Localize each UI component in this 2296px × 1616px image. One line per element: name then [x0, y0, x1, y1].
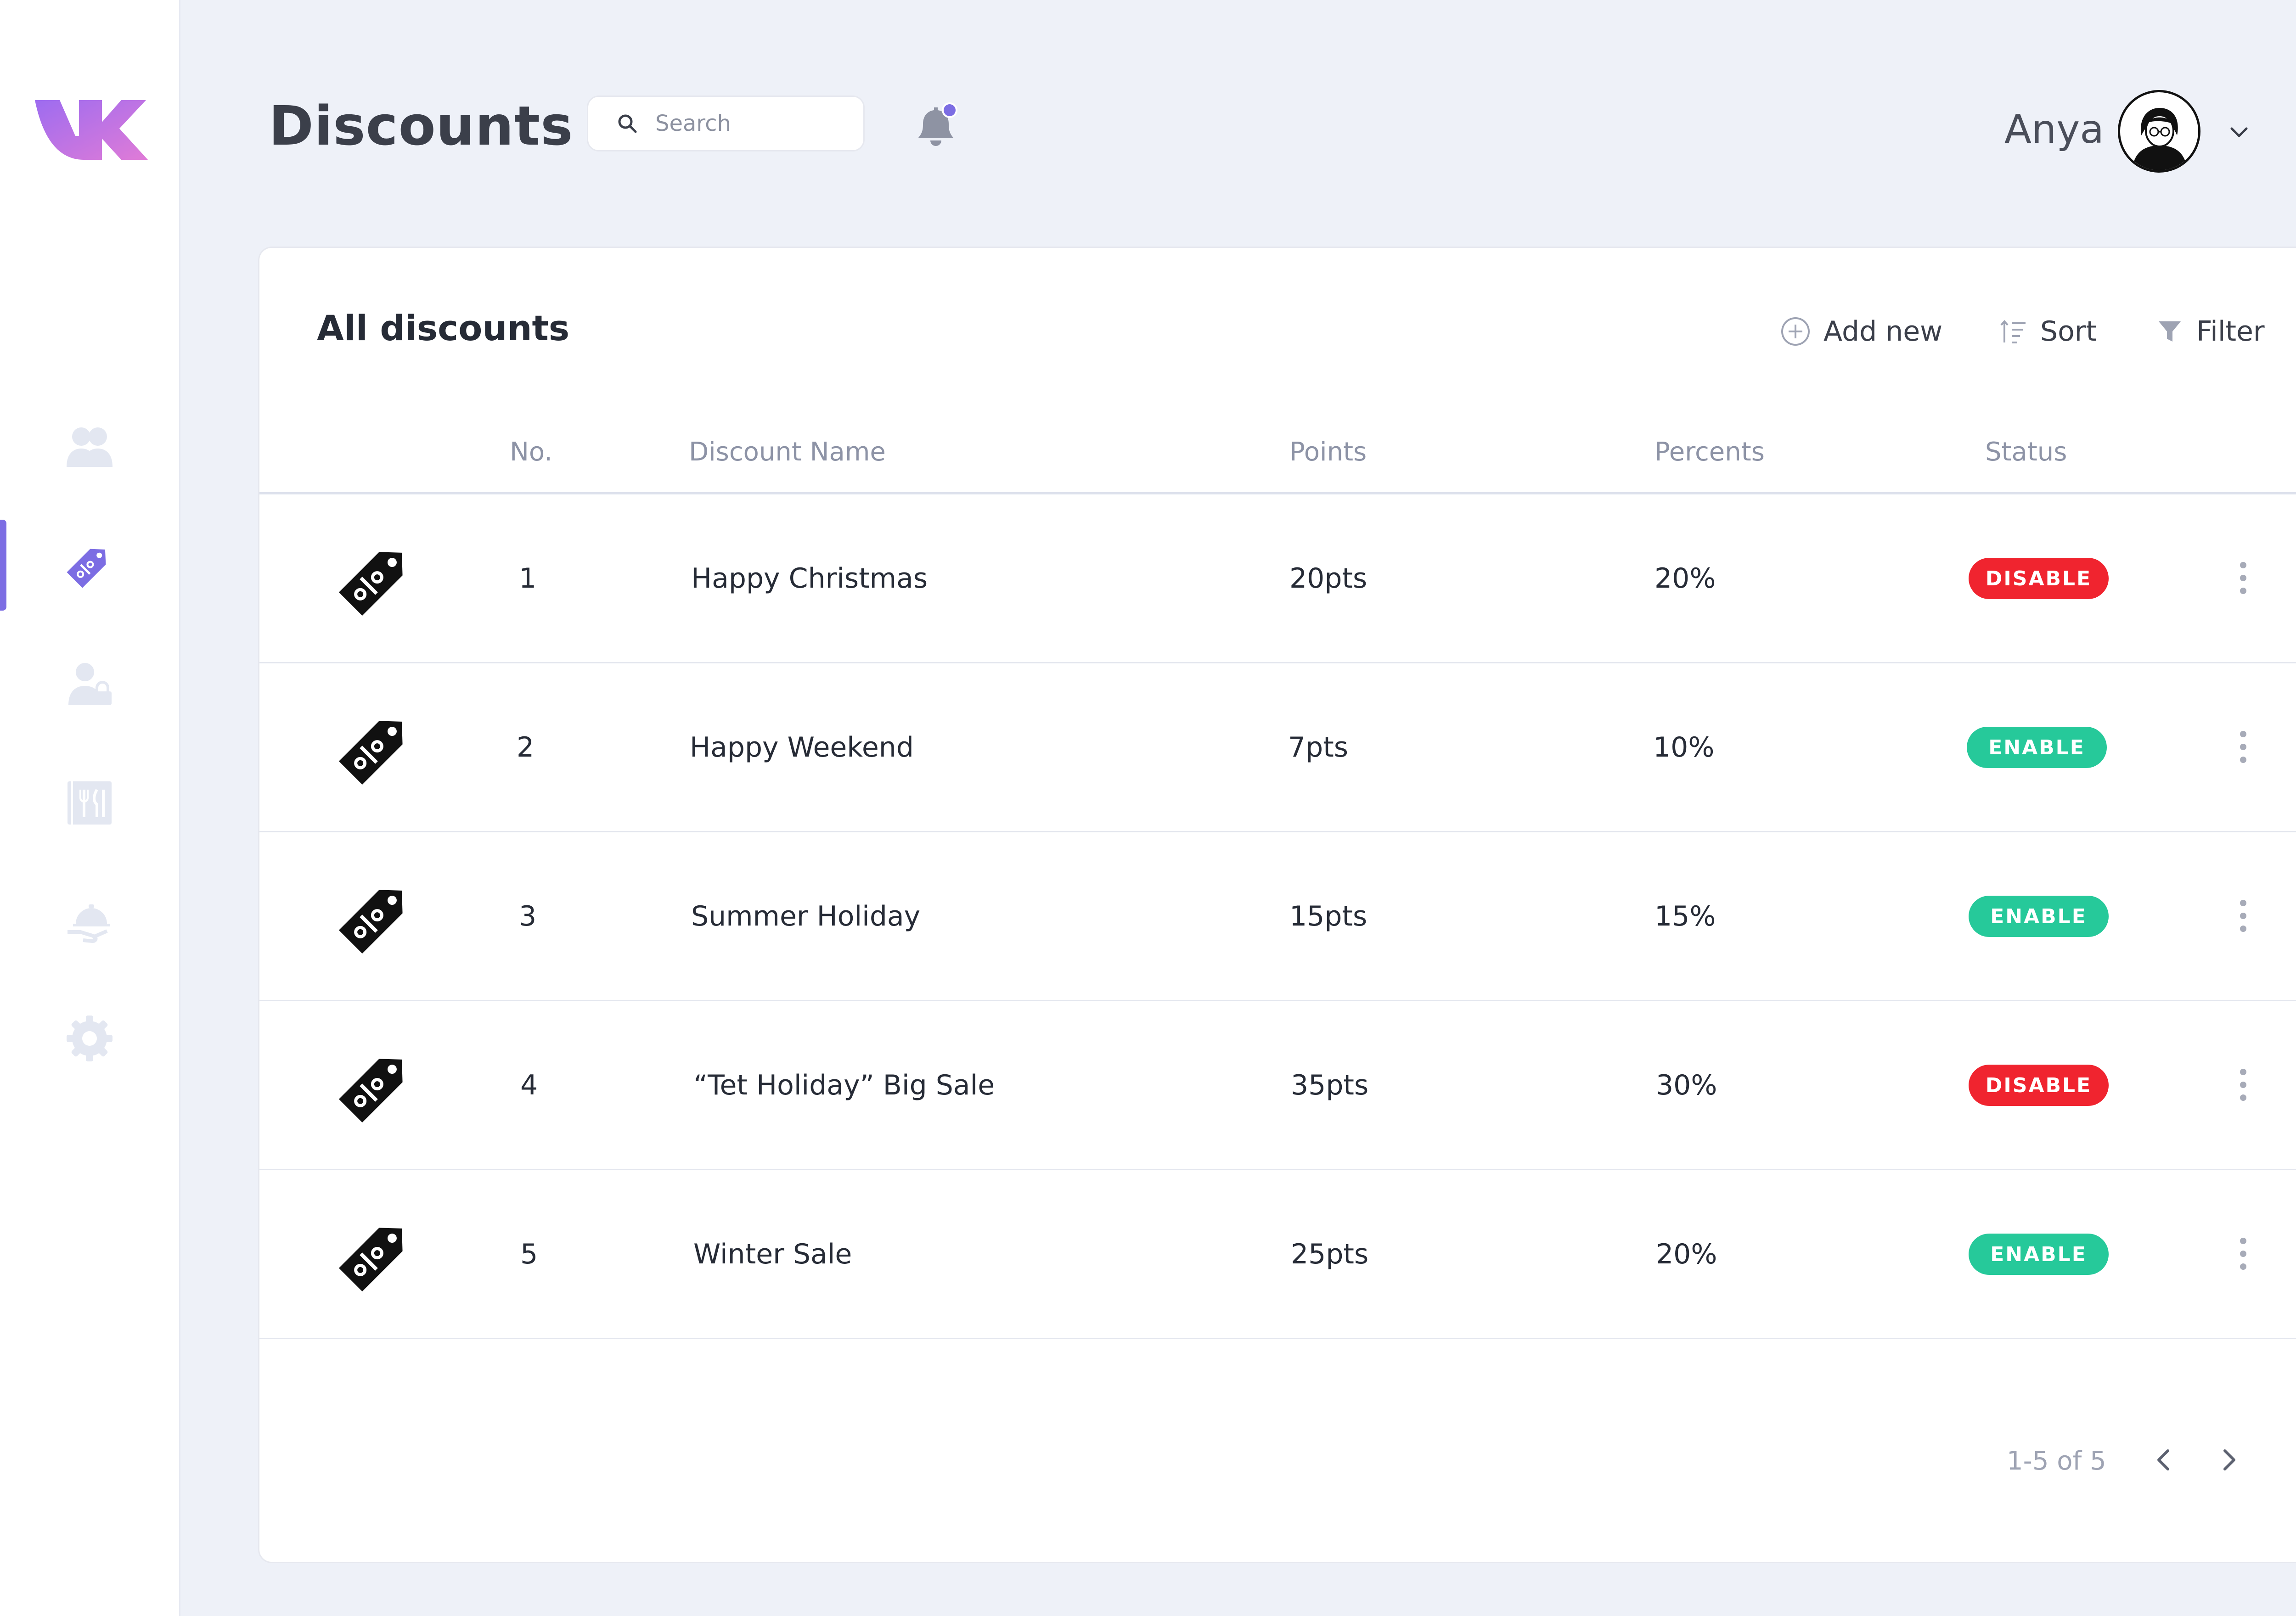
row-points: 35pts: [1291, 1069, 1369, 1101]
page-title: Discounts: [269, 94, 574, 157]
row-no: 2: [517, 731, 535, 763]
table-row[interactable]: 3 Summer Holiday 15pts 15% ENABLE: [259, 832, 2296, 1001]
sidebar-item-settings[interactable]: [0, 993, 179, 1084]
table-row[interactable]: 5 Winter Sale 25pts 20% ENABLE: [259, 1170, 2296, 1339]
column-header-points[interactable]: Points: [1289, 437, 1367, 467]
discount-tag-icon: [338, 721, 403, 785]
discount-tag-icon: [338, 1059, 403, 1123]
chevron-left-icon: [2157, 1449, 2169, 1470]
plus-circle-icon: [1781, 317, 1810, 346]
discount-tag-icon: [338, 552, 403, 616]
filter-icon: [2159, 321, 2181, 342]
avatar[interactable]: [2118, 90, 2200, 173]
restaurant-menu-icon: [68, 781, 112, 825]
sort-label: Sort: [2040, 315, 2097, 348]
column-header-percents[interactable]: Percents: [1654, 437, 1765, 467]
more-vertical-icon[interactable]: [2234, 560, 2252, 596]
add-new-label: Add new: [1823, 315, 1943, 348]
filter-label: Filter: [2196, 315, 2265, 348]
card-title: All discounts: [317, 308, 570, 348]
sidebar: [0, 0, 180, 1616]
sidebar-item-menu[interactable]: [0, 757, 179, 848]
previous-page-button[interactable]: [2145, 1441, 2183, 1479]
table-row[interactable]: 1 Happy Christmas 20pts 20% DISABLE: [259, 494, 2296, 663]
chevron-right-icon: [2223, 1449, 2235, 1470]
discount-tag-icon: [67, 549, 106, 588]
row-percents: 20%: [1656, 1238, 1717, 1270]
sidebar-item-orders[interactable]: [0, 875, 179, 967]
discount-tag-icon: [338, 1228, 403, 1292]
more-vertical-icon[interactable]: [2234, 898, 2252, 934]
more-vertical-icon[interactable]: [2234, 1235, 2252, 1272]
filter-button[interactable]: Filter: [2156, 309, 2265, 354]
status-badge[interactable]: DISABLE: [1969, 1065, 2109, 1106]
row-no: 1: [519, 562, 537, 595]
column-header-discount-name[interactable]: Discount Name: [689, 437, 886, 467]
row-percents: 30%: [1656, 1069, 1717, 1101]
row-name: Happy Weekend: [690, 731, 914, 763]
column-header-status[interactable]: Status: [1985, 437, 2067, 467]
next-page-button[interactable]: [2209, 1441, 2248, 1479]
table-row[interactable]: 4 “Tet Holiday” Big Sale 35pts 30% DISAB…: [259, 1001, 2296, 1170]
add-new-button[interactable]: Add new: [1780, 309, 1942, 354]
row-name: Summer Holiday: [691, 900, 921, 932]
search-icon: [618, 114, 637, 133]
row-no: 5: [520, 1238, 538, 1270]
food-serving-icon: [68, 904, 110, 943]
row-points: 7pts: [1288, 731, 1349, 763]
vk-logo-icon[interactable]: [33, 91, 148, 164]
sidebar-item-users[interactable]: [0, 402, 179, 494]
discounts-card: All discounts Add new Sort Filter No. Di…: [258, 247, 2296, 1563]
row-percents: 15%: [1654, 900, 1716, 932]
chevron-down-icon[interactable]: [2226, 119, 2252, 145]
row-percents: 10%: [1653, 731, 1715, 763]
user-name[interactable]: Anya: [2004, 107, 2104, 152]
status-badge[interactable]: DISABLE: [1969, 558, 2109, 599]
discount-tag-icon: [338, 890, 403, 954]
search-box[interactable]: [587, 95, 865, 152]
notification-dot: [944, 104, 956, 116]
sidebar-item-staff[interactable]: [0, 638, 179, 730]
row-name: “Tet Holiday” Big Sale: [693, 1069, 995, 1101]
sort-icon: [2000, 320, 2026, 343]
notification-bell-icon[interactable]: [909, 100, 960, 151]
more-vertical-icon[interactable]: [2234, 1066, 2252, 1103]
status-badge[interactable]: ENABLE: [1967, 727, 2107, 768]
row-name: Happy Christmas: [691, 562, 928, 595]
search-input[interactable]: [654, 110, 849, 137]
table-row[interactable]: 2 Happy Weekend 7pts 10% ENABLE: [259, 663, 2296, 832]
users-icon: [67, 427, 113, 467]
sidebar-item-discounts[interactable]: [0, 519, 179, 611]
row-name: Winter Sale: [693, 1238, 852, 1270]
row-points: 15pts: [1289, 900, 1367, 932]
row-no: 4: [520, 1069, 538, 1101]
pagination-range: 1-5 of 5: [2007, 1446, 2106, 1476]
row-percents: 20%: [1654, 562, 1716, 595]
row-no: 3: [519, 900, 537, 932]
gear-icon: [67, 1016, 113, 1061]
user-avatar-illustration: [2132, 108, 2187, 170]
column-header-no[interactable]: No.: [510, 437, 552, 467]
status-badge[interactable]: ENABLE: [1969, 1234, 2109, 1275]
row-points: 25pts: [1291, 1238, 1369, 1270]
user-lock-icon: [68, 663, 112, 705]
status-badge[interactable]: ENABLE: [1969, 896, 2109, 937]
row-points: 20pts: [1289, 562, 1367, 595]
more-vertical-icon[interactable]: [2234, 729, 2252, 765]
sort-button[interactable]: Sort: [2000, 309, 2097, 354]
